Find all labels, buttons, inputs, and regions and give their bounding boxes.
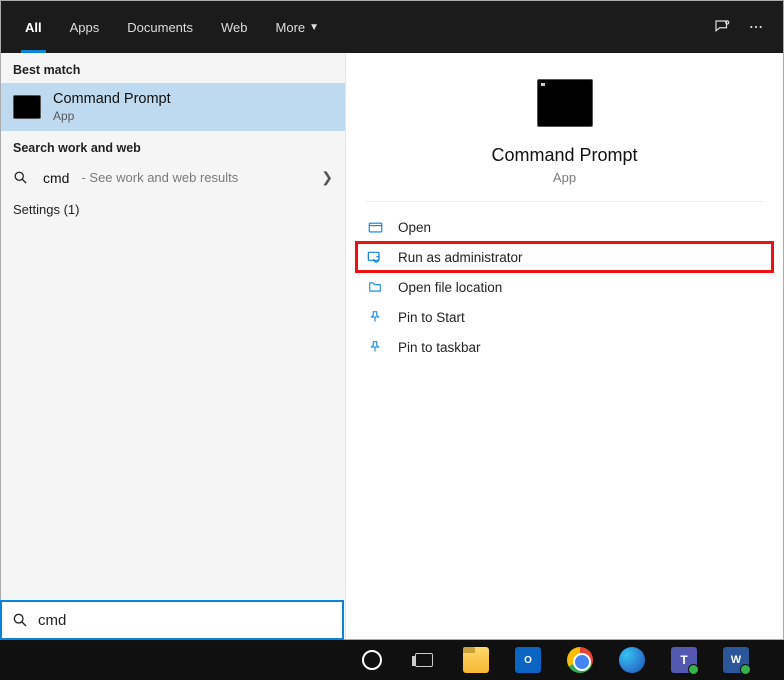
- best-match-label: Best match: [1, 53, 345, 83]
- web-search-query: cmd: [43, 170, 69, 186]
- search-input[interactable]: [38, 612, 332, 629]
- outlook-icon: O: [515, 647, 541, 673]
- chrome-icon: [567, 647, 593, 673]
- outlook-button[interactable]: O: [506, 641, 550, 679]
- web-search-row[interactable]: cmd - See work and web results ❯: [1, 161, 345, 194]
- action-pin-start-label: Pin to Start: [398, 310, 465, 325]
- preview-header: Command Prompt App: [366, 53, 763, 202]
- task-view-icon: [415, 653, 433, 667]
- task-view-button[interactable]: [402, 641, 446, 679]
- results-column: Best match Command Prompt App Search wor…: [1, 53, 345, 639]
- cortana-icon: [362, 650, 382, 670]
- admin-icon: [366, 249, 384, 265]
- pin-start-icon: [366, 309, 384, 325]
- action-open[interactable]: Open: [356, 212, 773, 242]
- search-icon: [12, 612, 28, 628]
- word-button[interactable]: W: [714, 641, 758, 679]
- teams-button[interactable]: T: [662, 641, 706, 679]
- web-search-hint: - See work and web results: [81, 170, 238, 185]
- action-open-label: Open: [398, 220, 431, 235]
- settings-section-label[interactable]: Settings (1): [1, 194, 345, 225]
- file-explorer-icon: [463, 647, 489, 673]
- best-match-result[interactable]: Command Prompt App: [1, 83, 345, 131]
- tab-web[interactable]: Web: [207, 1, 262, 53]
- chevron-down-icon: ▼: [309, 22, 319, 33]
- best-match-title: Command Prompt: [53, 91, 171, 107]
- preview-subtitle: App: [553, 170, 576, 185]
- search-work-web-label: Search work and web: [1, 131, 345, 161]
- action-list: Open Run as administrator Open file loca…: [346, 202, 783, 372]
- tab-all[interactable]: All: [11, 1, 56, 53]
- action-pin-to-taskbar[interactable]: Pin to taskbar: [356, 332, 773, 362]
- action-run-admin-label: Run as administrator: [398, 250, 523, 265]
- word-icon: W: [723, 647, 749, 673]
- tab-more-label: More: [276, 20, 306, 35]
- taskbar: O T W: [0, 640, 784, 680]
- feedback-icon[interactable]: [705, 1, 739, 53]
- preview-pane: Command Prompt App Open Run as administr…: [345, 53, 783, 639]
- action-pin-to-start[interactable]: Pin to Start: [356, 302, 773, 332]
- tab-more[interactable]: More ▼: [262, 1, 334, 53]
- preview-title: Command Prompt: [491, 145, 637, 166]
- open-icon: [366, 219, 384, 235]
- more-options-icon[interactable]: [739, 1, 773, 53]
- edge-icon: [619, 647, 645, 673]
- tab-apps[interactable]: Apps: [56, 1, 114, 53]
- folder-icon: [366, 279, 384, 295]
- search-icon: [13, 170, 31, 185]
- chevron-right-icon: ❯: [321, 169, 333, 186]
- action-open-loc-label: Open file location: [398, 280, 502, 295]
- action-pin-taskbar-label: Pin to taskbar: [398, 340, 481, 355]
- pin-taskbar-icon: [366, 339, 384, 355]
- best-match-subtitle: App: [53, 109, 171, 123]
- start-search-panel: All Apps Documents Web More ▼ Best match…: [0, 0, 784, 640]
- teams-icon: T: [671, 647, 697, 673]
- chrome-button[interactable]: [558, 641, 602, 679]
- search-tabrow: All Apps Documents Web More ▼: [1, 1, 783, 53]
- file-explorer-button[interactable]: [454, 641, 498, 679]
- action-open-file-location[interactable]: Open file location: [356, 272, 773, 302]
- search-body: Best match Command Prompt App Search wor…: [1, 53, 783, 639]
- tab-documents[interactable]: Documents: [113, 1, 207, 53]
- preview-command-prompt-icon: [537, 79, 593, 127]
- action-run-as-administrator[interactable]: Run as administrator: [356, 242, 773, 272]
- command-prompt-icon: [13, 95, 41, 119]
- cortana-button[interactable]: [350, 641, 394, 679]
- edge-button[interactable]: [610, 641, 654, 679]
- taskbar-search-box[interactable]: [0, 600, 344, 640]
